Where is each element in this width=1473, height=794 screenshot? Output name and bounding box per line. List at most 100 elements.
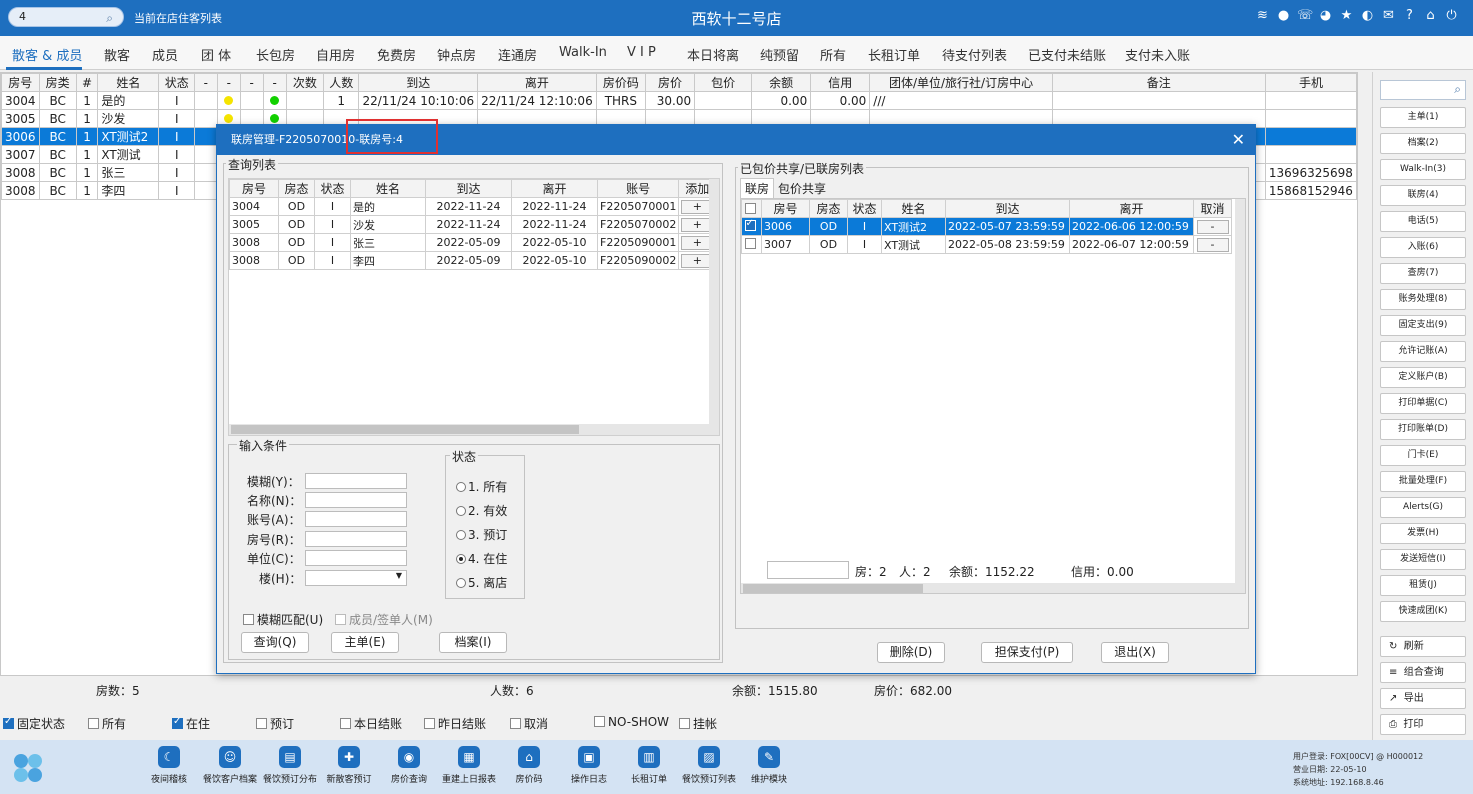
col-status[interactable]: 状态 bbox=[847, 199, 882, 218]
col-account[interactable]: 账号 bbox=[596, 179, 680, 198]
query-row[interactable]: 3008 OD I 张三 2022-05-09 2022-05-10 F2205090001… bbox=[229, 233, 717, 252]
filter-no-show[interactable]: NO-SHOW bbox=[594, 715, 669, 729]
exit-button[interactable]: 退出(X) bbox=[1101, 642, 1169, 663]
room-check-button[interactable]: 查房(7) bbox=[1380, 263, 1466, 284]
tab-hourly[interactable]: 钟点房 bbox=[437, 45, 476, 64]
col-times[interactable]: 次数 bbox=[285, 73, 325, 92]
help-icon[interactable]: ? bbox=[1402, 8, 1417, 23]
query-button[interactable]: 查询(Q) bbox=[241, 632, 309, 653]
query-row[interactable]: 3004 OD I 是的 2022-11-24 2022-11-24 F2205070001… bbox=[229, 197, 717, 216]
combined-query-button[interactable]: ≡ 组合查询 bbox=[1380, 662, 1466, 683]
room-card-button[interactable]: 门卡(E) bbox=[1380, 445, 1466, 466]
col-credit[interactable]: 信用 bbox=[810, 73, 871, 92]
cell-select[interactable] bbox=[741, 217, 762, 236]
query-row[interactable]: 3008 OD I 李四 2022-05-09 2022-05-10 F2205090002… bbox=[229, 251, 717, 270]
maintenance-button[interactable]: ✎ 维护模块 bbox=[734, 746, 804, 785]
filter-cancelled[interactable]: 取消 bbox=[510, 715, 548, 732]
status-option-departed[interactable]: 5. 离店 bbox=[456, 574, 507, 591]
col-persons[interactable]: 人数 bbox=[322, 73, 360, 92]
fuzzy-input[interactable] bbox=[305, 473, 407, 489]
define-account-button[interactable]: 定义账户(B) bbox=[1380, 367, 1466, 388]
fuzzy-match-checkbox[interactable]: 模糊匹配(U) bbox=[243, 611, 323, 628]
tab-complimentary[interactable]: 免费房 bbox=[377, 45, 416, 64]
tab-vip[interactable]: V I P bbox=[627, 45, 656, 60]
search-icon[interactable]: ⌕ bbox=[1454, 82, 1461, 97]
col-flag-1[interactable]: - bbox=[193, 73, 218, 92]
filter-in-house[interactable]: 在住 bbox=[172, 715, 210, 732]
filter-checkout-today[interactable]: 本日结账 bbox=[340, 715, 402, 732]
profile-button[interactable]: 档案(I) bbox=[439, 632, 507, 653]
col-package[interactable]: 包价 bbox=[694, 73, 753, 92]
col-departure[interactable]: 离开 bbox=[477, 73, 597, 92]
dialog-title-bar[interactable]: 联房管理-F2205070010-联房号:4 ✕ bbox=[217, 119, 1255, 155]
subtab-linked[interactable]: 联房 bbox=[740, 178, 775, 198]
table-row[interactable]: 3004 BC 1 是的 I 1 22/11/24 10:10:06 22/11… bbox=[1, 91, 1357, 110]
name-input[interactable] bbox=[305, 492, 407, 508]
col-arrival[interactable]: 到达 bbox=[945, 199, 1070, 218]
col-name[interactable]: 姓名 bbox=[97, 73, 160, 92]
col-remark[interactable]: 备注 bbox=[1051, 73, 1266, 92]
tab-paid-unposted[interactable]: 支付未入账 bbox=[1125, 45, 1190, 64]
star-icon[interactable]: ★ bbox=[1339, 8, 1354, 23]
mail-icon[interactable]: ✉ bbox=[1381, 8, 1396, 23]
send-sms-button[interactable]: 发送短信(I) bbox=[1380, 549, 1466, 570]
tab-house-use[interactable]: 自用房 bbox=[316, 45, 355, 64]
tab-pending-payment[interactable]: 待支付列表 bbox=[942, 45, 1007, 64]
refresh-button[interactable]: ↻ 刷新 bbox=[1380, 636, 1466, 657]
night-audit-button[interactable]: ☾ 夜间稽核 bbox=[134, 746, 204, 785]
col-room[interactable]: 房号 bbox=[229, 179, 279, 198]
col-balance[interactable]: 余额 bbox=[751, 73, 812, 92]
vertical-scrollbar[interactable] bbox=[1235, 199, 1245, 593]
col-departure[interactable]: 离开 bbox=[511, 179, 598, 198]
tab-long-stay[interactable]: 长包房 bbox=[256, 45, 295, 64]
linked-search-input[interactable] bbox=[767, 561, 849, 579]
quick-group-button[interactable]: 快速成团(K) bbox=[1380, 601, 1466, 622]
billing-button[interactable]: 账务处理(8) bbox=[1380, 289, 1466, 310]
room-input[interactable] bbox=[305, 531, 407, 547]
chat-icon[interactable]: ● bbox=[1276, 8, 1291, 23]
filter-reserved[interactable]: 预订 bbox=[256, 715, 294, 732]
walk-in-button[interactable]: Walk-In(3) bbox=[1380, 159, 1466, 180]
phone-button[interactable]: 电话(5) bbox=[1380, 211, 1466, 232]
master-folio-button[interactable]: 主单(1) bbox=[1380, 107, 1466, 128]
allow-posting-button[interactable]: 允许记账(A) bbox=[1380, 341, 1466, 362]
master-button[interactable]: 主单(E) bbox=[331, 632, 399, 653]
invoice-button[interactable]: 发票(H) bbox=[1380, 523, 1466, 544]
filter-all[interactable]: 所有 bbox=[88, 715, 126, 732]
palette-icon[interactable]: ◕ bbox=[1318, 8, 1333, 23]
col-room-type[interactable]: 房类 bbox=[38, 73, 77, 92]
col-flag-3[interactable]: - bbox=[239, 73, 264, 92]
filter-on-account[interactable]: 挂帐 bbox=[679, 715, 717, 732]
col-status[interactable]: 状态 bbox=[158, 73, 195, 92]
panel-search-input[interactable]: ⌕ bbox=[1380, 80, 1466, 100]
tab-walk-in[interactable]: Walk-In bbox=[559, 45, 607, 60]
tab-long-rent-orders[interactable]: 长租订单 bbox=[868, 45, 920, 64]
tab-members[interactable]: 成员 bbox=[152, 45, 178, 64]
tab-walkin-members[interactable]: 散客 & 成员 bbox=[12, 45, 82, 64]
export-button[interactable]: ↗ 导出 bbox=[1380, 688, 1466, 709]
subtab-package-share[interactable]: 包价共享 bbox=[776, 179, 828, 198]
tab-connecting[interactable]: 连通房 bbox=[498, 45, 537, 64]
filter-fixed-status[interactable]: 固定状态 bbox=[3, 715, 65, 732]
filter-checkout-yesterday[interactable]: 昨日结账 bbox=[424, 715, 486, 732]
linked-row-selected[interactable]: 3006ODIXT测试22022-05-07 23:59:592022-06-0… bbox=[741, 217, 1232, 236]
col-rate[interactable]: 房价 bbox=[644, 73, 696, 92]
wifi-icon[interactable]: ≋ bbox=[1255, 8, 1270, 23]
col-number[interactable]: # bbox=[75, 73, 99, 92]
tab-walkin[interactable]: 散客 bbox=[104, 45, 130, 64]
company-input[interactable] bbox=[305, 550, 407, 566]
rental-button[interactable]: 租赁(J) bbox=[1380, 575, 1466, 596]
col-flag-2[interactable]: - bbox=[216, 73, 241, 92]
cancel-link-button[interactable]: - bbox=[1196, 219, 1229, 234]
home-icon[interactable]: ⌂ bbox=[1423, 8, 1438, 23]
horizontal-scrollbar[interactable] bbox=[741, 583, 1235, 593]
post-charge-button[interactable]: 入账(6) bbox=[1380, 237, 1466, 258]
guarantee-payment-button[interactable]: 担保支付(P) bbox=[981, 642, 1073, 663]
col-mobile[interactable]: 手机 bbox=[1264, 73, 1357, 92]
print-voucher-button[interactable]: 打印单据(C) bbox=[1380, 393, 1466, 414]
status-option-in-house[interactable]: 4. 在住 bbox=[456, 550, 507, 567]
moon-icon[interactable]: ◐ bbox=[1360, 8, 1375, 23]
phone-icon[interactable]: ☏ bbox=[1297, 8, 1313, 23]
status-option-reserved[interactable]: 3. 预订 bbox=[456, 526, 507, 543]
close-icon[interactable]: ✕ bbox=[1232, 125, 1245, 155]
